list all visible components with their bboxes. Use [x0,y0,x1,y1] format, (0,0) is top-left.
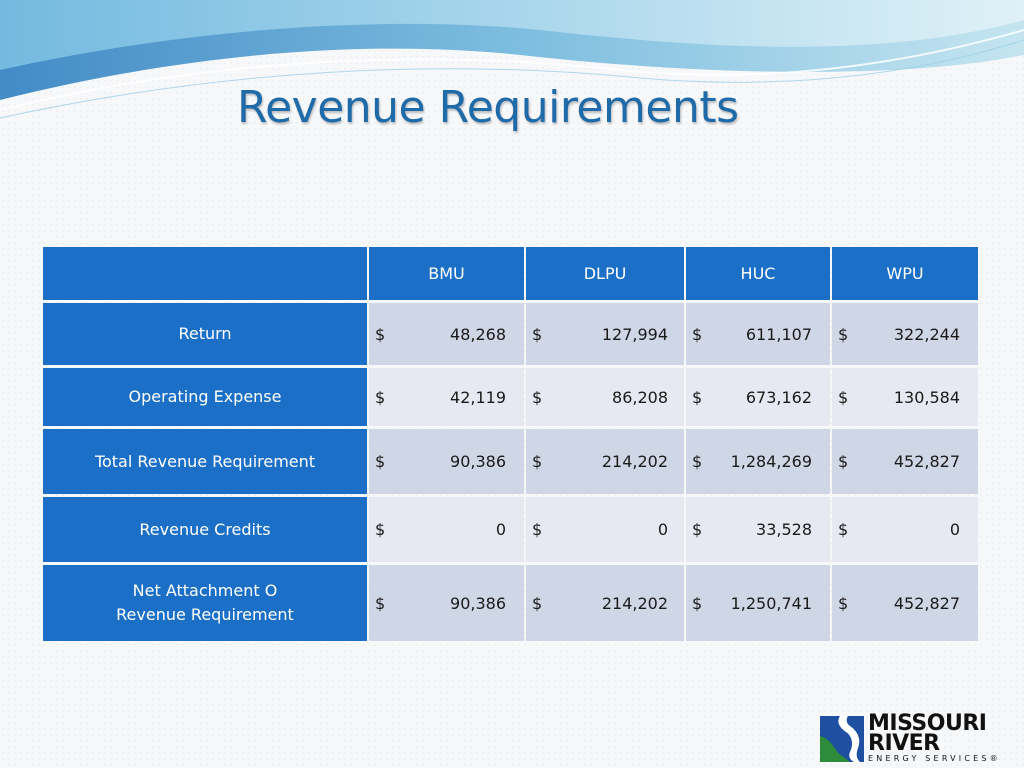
table-cell: $48,268 [369,303,524,365]
cell-value: 90,386 [450,593,506,613]
row-label-text: Operating Expense [128,387,282,406]
currency-symbol: $ [838,520,849,539]
currency-symbol: $ [532,593,543,613]
table-cell: $90,386 [369,565,524,641]
logo-text-line3: ENERGY SERVICES® [868,754,1001,763]
table-cell: $452,827 [832,429,978,494]
table-cell: $214,202 [526,429,684,494]
table-cell: $1,250,741 [686,565,830,641]
currency-symbol: $ [838,387,849,407]
table-cell: $0 [526,497,684,562]
table-cell: $0 [832,497,978,562]
row-label-net-attachment-o-revenue-requirement: Net Attachment O Revenue Requirement [43,565,367,641]
column-header-dlpu: DLPU [526,247,684,300]
cell-value: 127,994 [601,324,668,344]
table-cell: $322,244 [832,303,978,365]
table-cell: $86,208 [526,368,684,426]
cell-value: 673,162 [745,387,812,407]
revenue-table: BMU DLPU HUC WPU Return $48,268 $127,994… [43,247,978,641]
row-label-text: Total Revenue Requirement [94,451,316,471]
table-cell: $90,386 [369,429,524,494]
table-header-corner [43,247,367,300]
currency-symbol: $ [532,520,543,539]
row-label-total-revenue-requirement: Total Revenue Requirement [43,429,367,494]
cell-value: 611,107 [745,324,812,344]
currency-symbol: $ [375,520,386,539]
cell-value: 214,202 [601,593,668,613]
missouri-river-logo: MISSOURI RIVER ENERGY SERVICES® [820,712,998,764]
table-cell: $452,827 [832,565,978,641]
cell-value: 86,208 [612,387,668,407]
currency-symbol: $ [532,387,543,407]
cell-value: 33,528 [756,520,812,539]
currency-symbol: $ [375,387,386,407]
column-header-wpu: WPU [832,247,978,300]
slide-title: Revenue Requirements [237,82,739,133]
cell-value: 130,584 [893,387,960,407]
cell-value: 214,202 [601,452,668,471]
currency-symbol: $ [692,452,703,471]
row-label-line: Revenue Requirement [116,605,294,624]
table-cell: $127,994 [526,303,684,365]
logo-text-line2: RIVER [868,731,940,756]
table-cell: $673,162 [686,368,830,426]
currency-symbol: $ [375,452,386,471]
currency-symbol: $ [532,452,543,471]
logo-mark-icon [820,716,864,762]
currency-symbol: $ [838,324,849,344]
table-cell: $611,107 [686,303,830,365]
currency-symbol: $ [692,593,703,613]
row-label-revenue-credits: Revenue Credits [43,497,367,562]
cell-value: 48,268 [450,324,506,344]
currency-symbol: $ [692,324,703,344]
row-label-text: Revenue Credits [139,519,271,539]
cell-value: 322,244 [893,324,960,344]
table-cell: $214,202 [526,565,684,641]
cell-value: 452,827 [893,593,960,613]
currency-symbol: $ [375,324,386,344]
currency-symbol: $ [375,593,386,613]
currency-symbol: $ [692,387,703,407]
table-cell: $42,119 [369,368,524,426]
cell-value: 0 [949,520,960,539]
table-cell: $33,528 [686,497,830,562]
currency-symbol: $ [838,593,849,613]
row-label-text: Net Attachment O Revenue Requirement [116,579,294,627]
cell-value: 1,250,741 [730,593,812,613]
column-header-bmu: BMU [369,247,524,300]
cell-value: 0 [495,520,506,539]
currency-symbol: $ [532,324,543,344]
cell-value: 90,386 [450,452,506,471]
cell-value: 452,827 [893,452,960,471]
table-cell: $1,284,269 [686,429,830,494]
currency-symbol: $ [692,520,703,539]
table-cell: $0 [369,497,524,562]
row-label-operating-expense: Operating Expense [43,368,367,426]
table-cell: $130,584 [832,368,978,426]
cell-value: 0 [657,520,668,539]
currency-symbol: $ [838,452,849,471]
column-header-huc: HUC [686,247,830,300]
cell-value: 1,284,269 [730,452,812,471]
row-label-line: Net Attachment O [132,581,278,600]
cell-value: 42,119 [450,387,506,407]
row-label-text: Return [178,324,232,343]
row-label-return: Return [43,303,367,365]
